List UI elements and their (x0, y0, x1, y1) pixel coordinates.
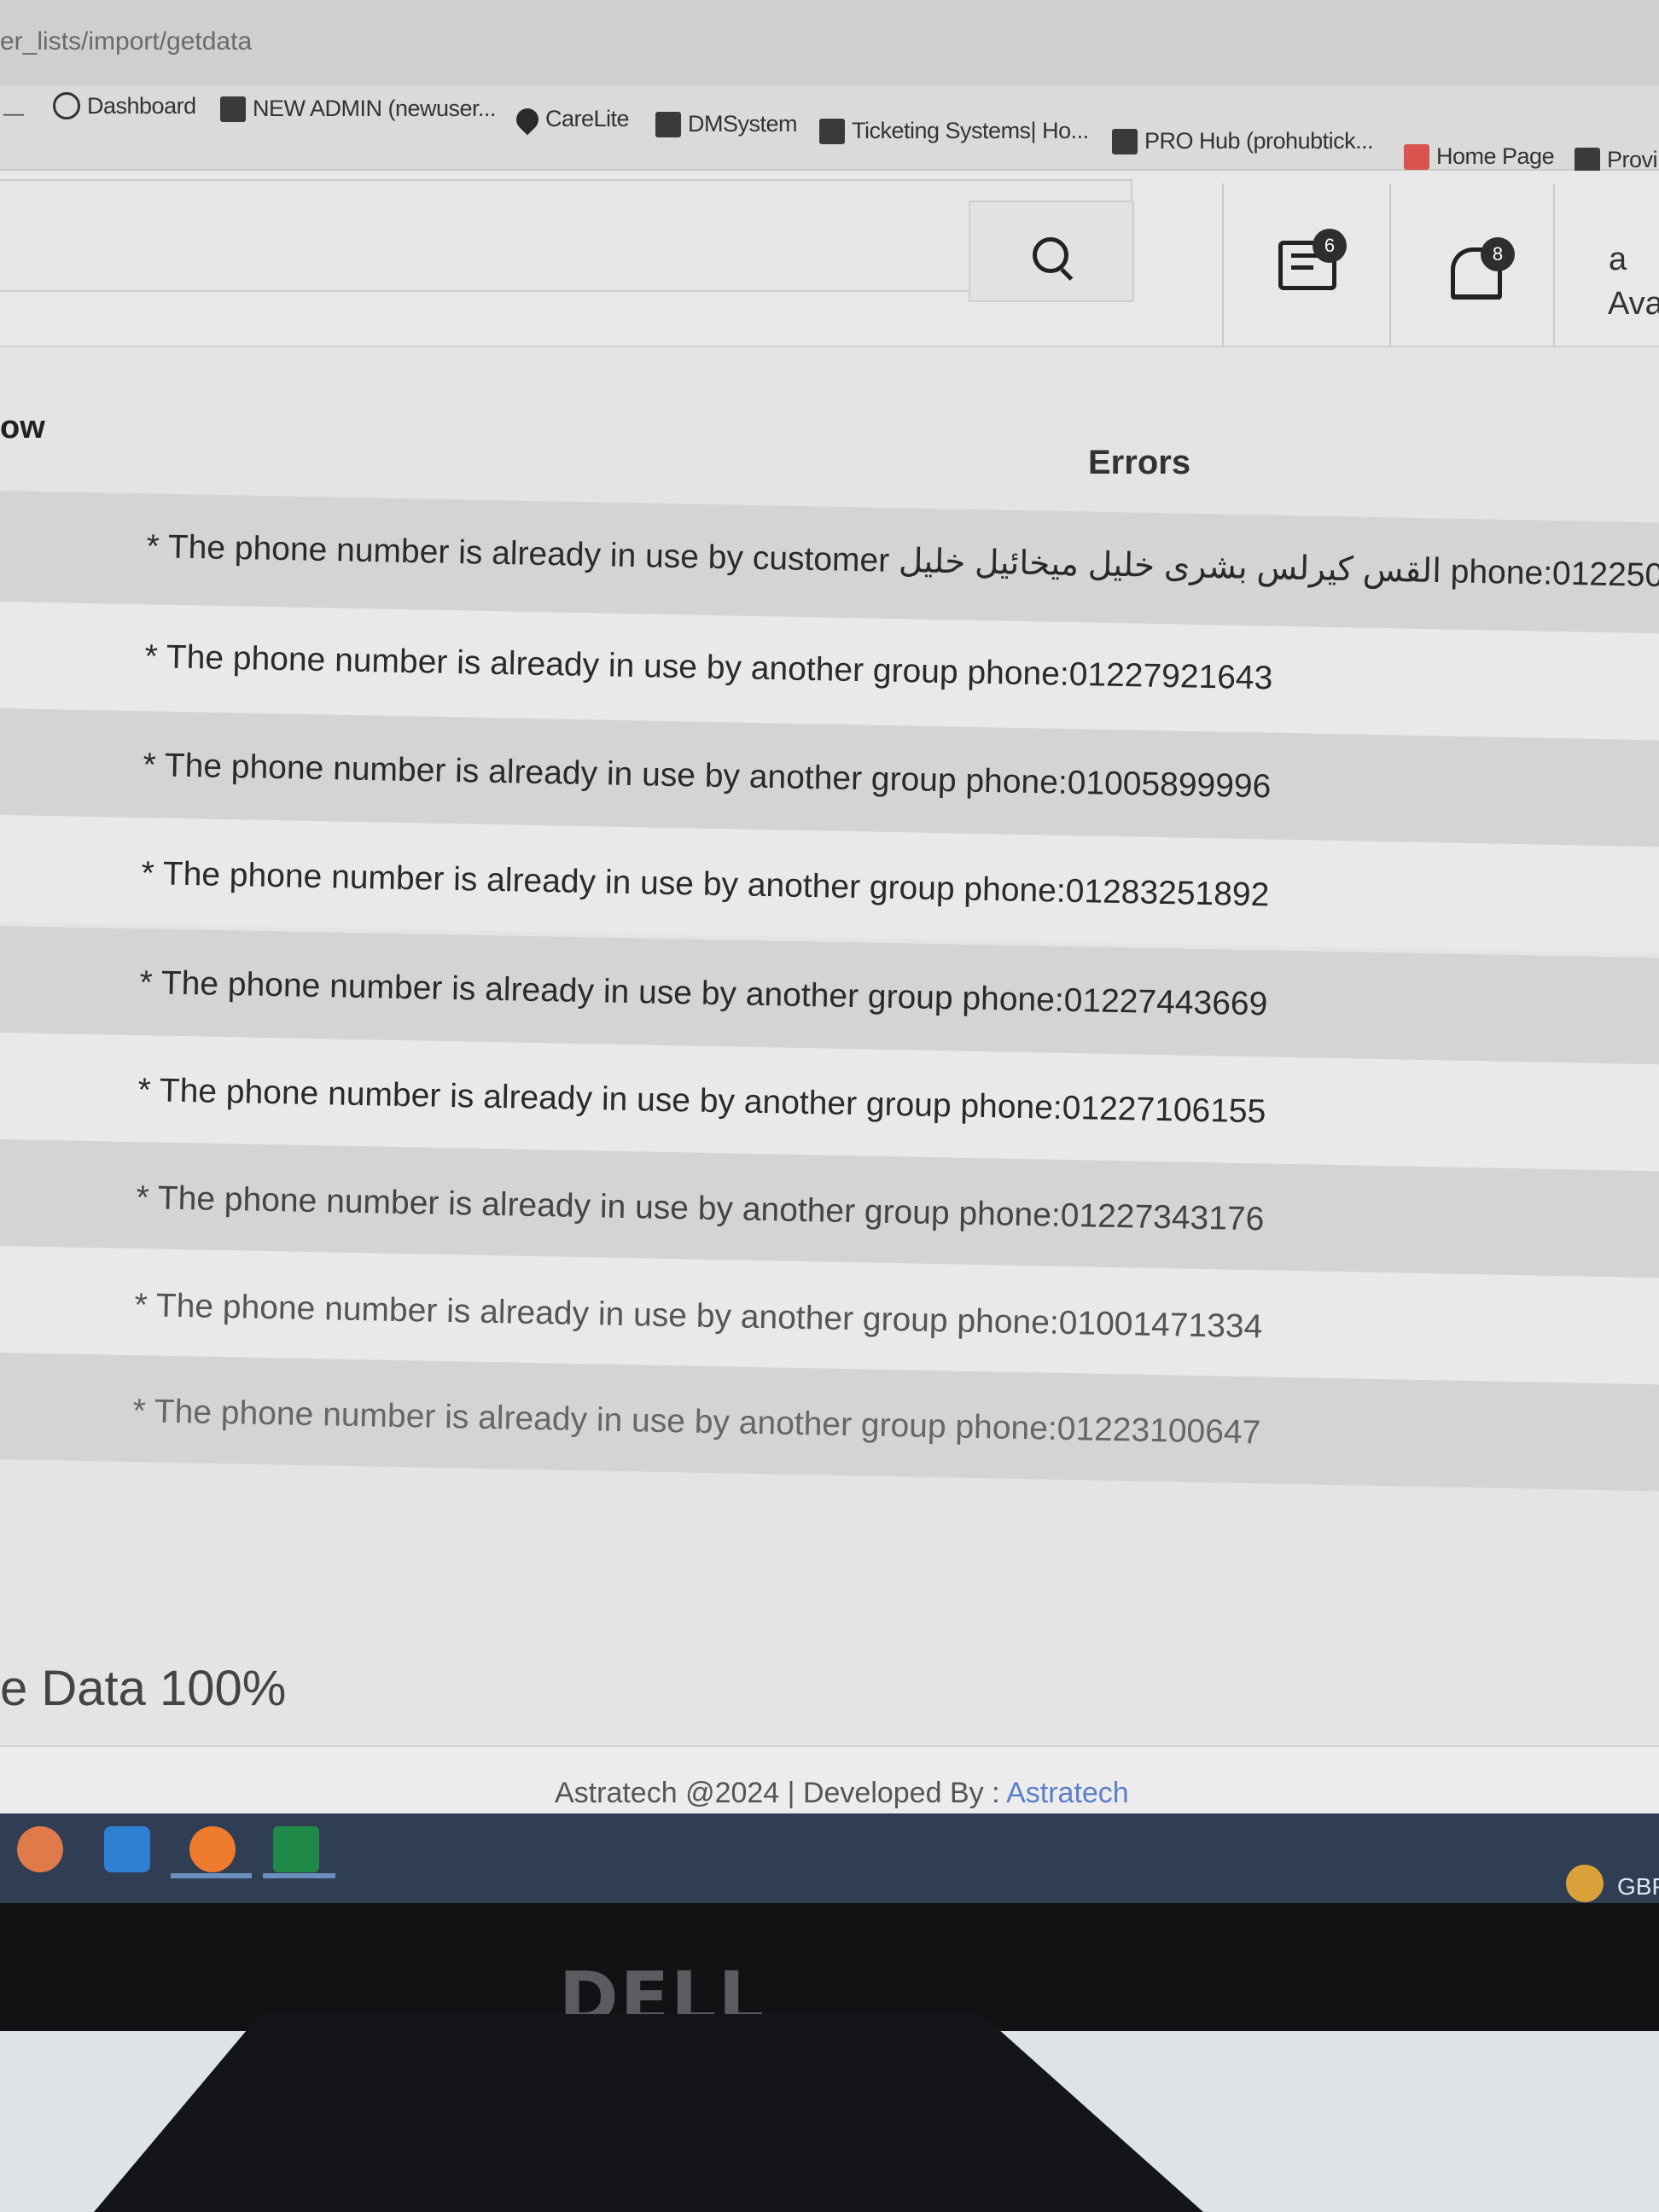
plus-icon (1575, 147, 1600, 173)
header-divider (1389, 183, 1391, 346)
user-name[interactable]: Ava (1608, 282, 1659, 326)
address-bar[interactable]: er_lists/import/getdata (0, 0, 1659, 85)
bookmark-label: Provi (1607, 147, 1658, 172)
firefox-icon[interactable] (189, 1826, 236, 1872)
page-icon (220, 96, 246, 122)
footer-developer-link[interactable]: Astratech (1006, 1777, 1129, 1809)
bookmark-pro-hub[interactable]: PRO Hub (prohubtick... (1112, 128, 1374, 154)
home-page-icon (1404, 143, 1429, 170)
messages-badge: 6 (1313, 229, 1347, 263)
ticket-icon (819, 118, 845, 144)
bookmark-label: Dashboard (87, 92, 196, 119)
tray-app-icon[interactable] (1566, 1865, 1604, 1902)
bookmark-dmsystem[interactable]: DMSystem (655, 111, 798, 137)
search-input[interactable] (0, 179, 1132, 292)
monitor-bezel (0, 1903, 1659, 2031)
header-divider (1553, 183, 1555, 346)
url-text[interactable]: er_lists/import/getdata (0, 27, 252, 56)
footer-copyright: Astratech @2024 | Developed By : (555, 1777, 1007, 1809)
footer-text: Astratech @2024 | Developed By : Astrate… (555, 1777, 1129, 1810)
user-menu[interactable]: a (1609, 237, 1627, 282)
page-title-fragment: ow (0, 410, 45, 445)
bookmark-label: DMSystem (688, 111, 798, 137)
hub-icon (1112, 128, 1138, 154)
bookmark-label: NEW ADMIN (newuser... (253, 96, 497, 121)
leaf-icon (655, 111, 681, 137)
tray-language[interactable]: GBP (1617, 1873, 1659, 1901)
search-icon[interactable] (1033, 237, 1068, 273)
globe-icon (53, 92, 80, 119)
taskbar (0, 1813, 1659, 1903)
errors-column-header: Errors (1088, 444, 1191, 481)
monitor-screen: er_lists/import/getdata — Dashboard NEW … (0, 0, 1659, 1903)
user-initial: a (1609, 242, 1627, 277)
bookmark-label: Home Page (1436, 143, 1555, 169)
header-divider (1222, 183, 1224, 346)
bookmark-dashboard[interactable]: Dashboard (53, 92, 196, 119)
active-indicator (171, 1873, 252, 1878)
progress-status: e Data 100% (0, 1661, 287, 1716)
bookmark-label: PRO Hub (prohubtick... (1144, 128, 1374, 154)
bookmarks-overflow-icon[interactable]: — (3, 102, 24, 126)
active-indicator (263, 1873, 335, 1878)
bookmark-provi[interactable]: Provi (1575, 147, 1658, 173)
bookmark-label: CareLite (545, 106, 630, 131)
notifications-badge: 8 (1481, 237, 1515, 271)
vscode-icon[interactable] (104, 1826, 150, 1872)
heart-icon (511, 103, 544, 135)
bookmark-home-page[interactable]: Home Page (1404, 143, 1555, 170)
browser-app-icon[interactable] (17, 1826, 63, 1872)
bookmark-label: Ticketing Systems| Ho... (852, 118, 1089, 143)
excel-icon[interactable] (273, 1826, 319, 1872)
bookmark-new-admin[interactable]: NEW ADMIN (newuser... (220, 96, 497, 122)
bookmark-carelite[interactable]: CareLite (511, 103, 630, 135)
bookmark-ticketing[interactable]: Ticketing Systems| Ho... (819, 118, 1089, 144)
msg-line (1291, 265, 1313, 270)
